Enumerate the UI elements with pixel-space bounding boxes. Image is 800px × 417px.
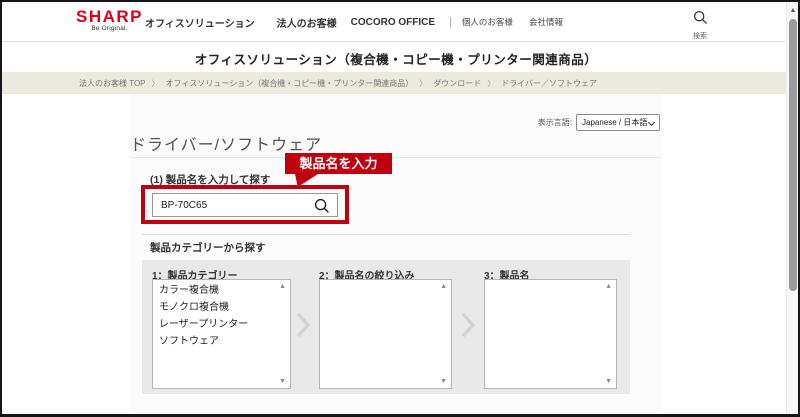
scroll-up-icon[interactable]: ▲ (440, 283, 447, 290)
language-selector-row: 表示言語: Japanese / 日本語 (538, 114, 660, 131)
breadcrumb-link-download[interactable]: ダウンロード (433, 78, 481, 89)
scroll-up-icon[interactable]: ▲ (605, 283, 612, 290)
breadcrumb-separator: 〉 (152, 78, 160, 89)
chevron-right-icon (461, 312, 475, 343)
divider (142, 234, 630, 235)
language-select[interactable]: Japanese / 日本語 (576, 114, 660, 131)
main-content: 表示言語: Japanese / 日本語 ドライバー/ソフトウェア 製品名を入力… (130, 94, 662, 416)
sharp-logo-text: SHARP (76, 9, 143, 24)
language-selected-value: Japanese / 日本語 (582, 118, 647, 127)
language-label: 表示言語: (538, 117, 572, 128)
divider (130, 157, 660, 158)
site-header: SHARP Be Original. オフィスソリューション 法人のお客様 CO… (2, 2, 786, 42)
scrollbar-thumb[interactable] (789, 19, 797, 291)
page-scrollbar[interactable]: ▲ (786, 2, 798, 414)
page-title: ドライバー/ソフトウェア (130, 131, 322, 155)
list-option-laser-printer[interactable]: レーザープリンター (153, 317, 290, 334)
nav-item-company-info[interactable]: 会社情報 (529, 16, 563, 28)
scroll-up-icon[interactable]: ▲ (279, 283, 286, 290)
sharp-logo[interactable]: SHARP Be Original. (76, 9, 143, 32)
list-option-mono-mfp[interactable]: モノクロ複合機 (153, 300, 290, 317)
nav-separator: | (449, 16, 452, 28)
breadcrumb-separator: 〉 (419, 78, 427, 89)
scroll-down-icon[interactable]: ▼ (440, 378, 447, 385)
site-title: オフィスソリューション（複合機・コピー機・プリンター関連商品） (2, 49, 790, 68)
browser-viewport: SHARP Be Original. オフィスソリューション 法人のお客様 CO… (0, 0, 800, 417)
scroll-down-icon[interactable]: ▼ (605, 378, 612, 385)
listbox-product-name[interactable]: ▲ ▼ (484, 279, 617, 389)
search-label: 検索 (687, 31, 713, 41)
nav-item-cocoro-office[interactable]: COCORO OFFICE (351, 17, 435, 28)
breadcrumb-current-page: ドライバー／ソフトウェア (501, 78, 597, 89)
category-panel: 1：製品カテゴリー 2：製品名の絞り込み 3：製品名 カラー複合機 モノクロ複合… (142, 260, 630, 394)
scrollbar-up-button[interactable]: ▲ (787, 4, 799, 17)
category-section-label: 製品カテゴリーから探す (150, 240, 266, 255)
header-nav: オフィスソリューション 法人のお客様 COCORO OFFICE | 個人のお客… (145, 2, 579, 42)
chevron-right-icon (296, 312, 310, 343)
search-icon (693, 12, 708, 29)
nav-item-personal-customers[interactable]: 個人のお客様 (462, 16, 513, 28)
header-search-button[interactable]: 検索 (687, 10, 713, 41)
nav-item-business-customers[interactable]: 法人のお客様 (277, 15, 337, 30)
listbox-product-refine[interactable]: ▲ ▼ (319, 279, 452, 389)
chevron-down-icon (648, 119, 655, 126)
breadcrumb-link-top[interactable]: 法人のお客様 TOP (79, 78, 146, 89)
listbox-product-category[interactable]: カラー複合機 モノクロ複合機 レーザープリンター ソフトウェア ▲ ▼ (152, 279, 291, 389)
annotation-highlight-box (141, 185, 349, 224)
scroll-down-icon[interactable]: ▼ (279, 378, 286, 385)
nav-item-office-solution[interactable]: オフィスソリューション (145, 15, 255, 30)
breadcrumb-separator: 〉 (487, 78, 495, 89)
listbox-items: カラー複合機 モノクロ複合機 レーザープリンター ソフトウェア (153, 283, 290, 351)
annotation-callout: 製品名を入力 (285, 153, 392, 174)
breadcrumb-link-office-solution[interactable]: オフィスソリューション（複合機・コピー機・プリンター関連商品） (166, 78, 414, 89)
breadcrumb: 法人のお客様 TOP 〉 オフィスソリューション（複合機・コピー機・プリンター関… (2, 72, 790, 94)
sharp-logo-tagline: Be Original. (76, 25, 143, 32)
list-option-color-mfp[interactable]: カラー複合機 (153, 283, 290, 300)
list-option-software[interactable]: ソフトウェア (153, 334, 290, 351)
